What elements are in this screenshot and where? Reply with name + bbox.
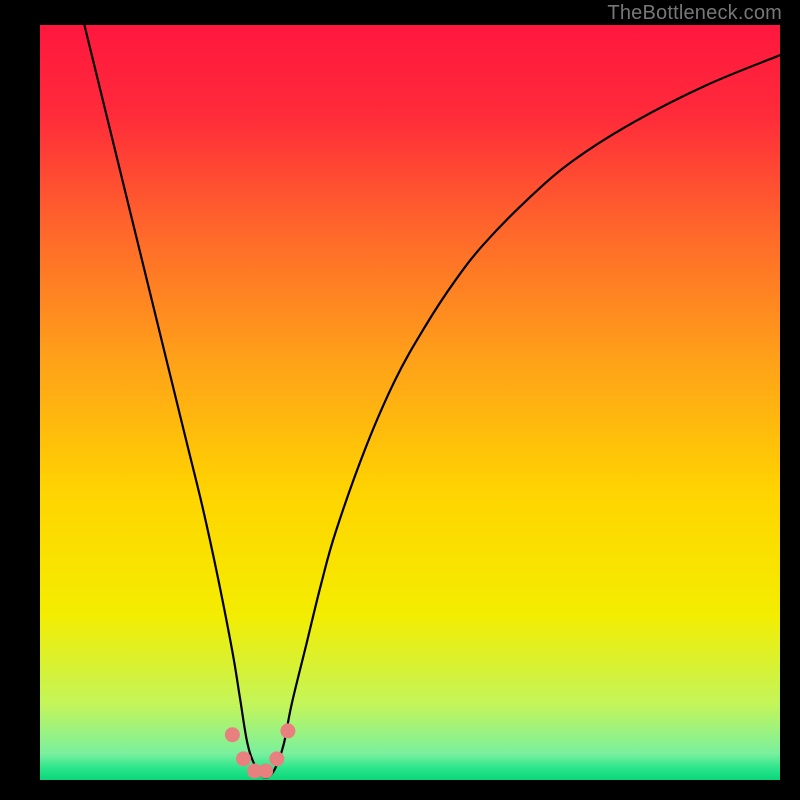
highlight-dot [280, 723, 295, 738]
plot-area [40, 25, 780, 780]
watermark-text: TheBottleneck.com [607, 2, 782, 25]
highlight-dot [236, 751, 251, 766]
curve-layer [40, 25, 780, 780]
highlight-dot [269, 751, 284, 766]
chart-frame: TheBottleneck.com [0, 0, 800, 800]
highlight-dots [225, 723, 296, 778]
highlight-dot [258, 763, 273, 778]
bottleneck-curve [84, 25, 780, 778]
highlight-dot [225, 727, 240, 742]
